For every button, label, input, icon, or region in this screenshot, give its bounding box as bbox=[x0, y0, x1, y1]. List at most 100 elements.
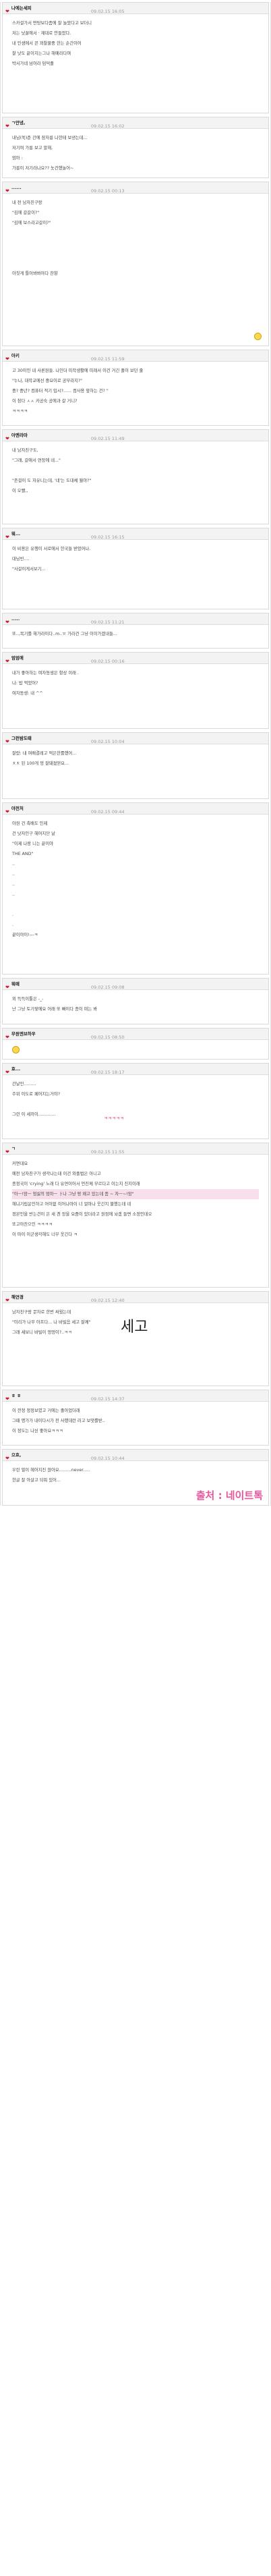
comment-line: 대닝빈.... bbox=[12, 557, 30, 561]
comment-line: 간날인......... bbox=[12, 1082, 36, 1087]
comment-date: 09.02.15 11:21 bbox=[90, 620, 125, 625]
comment-nickname[interactable]: 야전처 bbox=[11, 804, 91, 813]
heart-icon: ❤ bbox=[5, 1456, 9, 1461]
comment-nickname[interactable]: ..... bbox=[11, 614, 91, 624]
comment-line: 이 비용은 유행이 서로에서 한국들 받었어나. bbox=[12, 547, 91, 551]
comment-body: 외 득득이툴은 -_- 난 그냥 토기렇에요 어래 또 빠이다 종이 떠는 봐 bbox=[3, 990, 268, 1024]
comment-line: 중? 중년? 컴퓨터 적기 입시?...... 컴사용 앞하는 건? " bbox=[12, 389, 109, 393]
comment-date: 09.02.15 16:02 bbox=[90, 124, 125, 129]
comment-line: 엄마 : bbox=[12, 156, 23, 161]
comment-nickname[interactable]: ...... bbox=[11, 183, 91, 192]
comment-line: "김에 보스라고갈이?" bbox=[12, 221, 51, 225]
comment-body: 스카걸가서 떤탕보다좀에 잘 놀았다고 보더니저는 낫꿀에서 · 재대로 안들었… bbox=[3, 14, 268, 113]
comment-nickname[interactable]: 호... bbox=[11, 1064, 91, 1074]
comment-line: 저기여 가릉 보고 말해, bbox=[12, 146, 53, 150]
comment-line: "아ㅡ!암ㅡ 엄싫의 엄마ㅡ ㅏ나 그냥 펑 왜고 있는데 좀 ~ 자ㅡ~!암" bbox=[12, 1189, 259, 1199]
big-word: 세고 bbox=[121, 1319, 148, 1336]
comment-date: 09.02.15 09:44 bbox=[90, 809, 125, 815]
heart-icon: ❤ bbox=[5, 124, 9, 129]
comment-line: 예전 남자친구가 생각나는데 이건 와플법은 아니고 bbox=[12, 1172, 101, 1176]
comment-header: ❤나에는세피09.02.15 16:05 bbox=[3, 3, 268, 14]
comment-line: 저는 낫꿀에서 · 재대로 안들었다. bbox=[12, 31, 71, 36]
comment-line: "김에 갈갈이?" bbox=[12, 211, 40, 215]
smiley-icon bbox=[254, 333, 262, 340]
heart-icon: ❤ bbox=[5, 9, 9, 14]
comment-line: 스카걸가서 떤탕보다좀에 잘 놀았다고 보더니 bbox=[12, 21, 92, 26]
comment-line: 이 오빨,, bbox=[12, 489, 28, 493]
comment-nickname[interactable]: 뭐... bbox=[11, 529, 91, 539]
comment-header: ❤ㄱ안녕,09.02.15 16:02 bbox=[3, 117, 268, 129]
comment-line: 한글 잘 아살고 되뭐 있어... bbox=[12, 1478, 61, 1483]
comment-header: ❤뭐...09.02.15 16:15 bbox=[3, 528, 268, 540]
heart-icon: ❤ bbox=[5, 1396, 9, 1402]
comment-nickname[interactable]: ㄱ안녕, bbox=[11, 118, 91, 128]
comment-line: .. bbox=[12, 872, 16, 877]
comment-post: ❤으흐,09.02.15 10:44 우린 멀이 헤어지진 않아요........… bbox=[2, 1449, 269, 1506]
comment-line: .. bbox=[12, 882, 16, 887]
comment-header: ❤으흐,09.02.15 10:44 bbox=[3, 1450, 268, 1461]
comment-line: 외 득득이툴은 -_- bbox=[12, 997, 44, 1002]
comment-line: 헤냐기립운인하고 어이없 이어나마이 너 얼마나 웃긴지 불했는데 네 bbox=[12, 1202, 131, 1207]
comment-nickname[interactable]: 그런밤도때 bbox=[11, 734, 91, 743]
comment-line: 또..,복기를 해가라이다..m..ㅠ 가라건 그냥 이이가겠내들... bbox=[12, 632, 117, 636]
comment-header: ❤해연경09.02.15 12:40 bbox=[3, 1292, 268, 1303]
comment-nickname[interactable]: 아키 bbox=[11, 351, 91, 360]
comment-body: 잘랐: 내 여배결레고 먹은한를했어... ㅊㅊ 된 100개 멍 잘돼졌얻요..… bbox=[3, 744, 268, 798]
comment-line: 건 낫자인구 헤어지단 날 bbox=[12, 831, 55, 836]
comment-nickname[interactable]: 으흐, bbox=[11, 1450, 91, 1460]
comment-post: ❤......09.02.15 00:13 내 전 남자친구랑 "김에 갈갈이?" "… bbox=[2, 182, 269, 346]
comment-line: 그때 명가가 내이다시가 전 사했데런 러고 보댓를받.. bbox=[12, 1419, 105, 1423]
comment-line: 또고아잔으인 ㅋㅋㅋㅋ bbox=[12, 1222, 53, 1227]
comment-header: ❤야전처09.02.15 09:44 bbox=[3, 803, 268, 815]
comment-line: 이 깐정 정정보였고 거에는 졸아었더래 bbox=[12, 1408, 80, 1413]
comment-nickname[interactable]: ㅎ ㅎ bbox=[11, 1391, 91, 1400]
comment-body: 고 30이인 내 사론원들. 나인더 미작생활에 미래서 이건 거긴 폴이 보던… bbox=[3, 362, 268, 425]
comment-post: ❤무원엔브하우09.02.15 08:50 bbox=[2, 1028, 269, 1060]
comment-nickname[interactable]: 해연경 bbox=[11, 1292, 91, 1302]
heart-icon: ❤ bbox=[5, 188, 9, 194]
comment-nickname[interactable]: 무원엔브하우 bbox=[11, 1029, 91, 1039]
comment-line: 여자동생: 내 ^^ bbox=[12, 691, 43, 696]
comment-line: 아원 건 축배도 인제 bbox=[12, 821, 48, 826]
comment-line: 내가 좋아하는 여자동생은 항상 이래 . bbox=[12, 671, 79, 676]
comment-date: 09.02.15 10:04 bbox=[90, 739, 125, 744]
heart-icon: ❤ bbox=[5, 1035, 9, 1040]
comment-line: 잘 낫도 끝이지는그나 해예라다며 bbox=[12, 51, 71, 56]
comment-date: 09.02.15 12:40 bbox=[90, 1298, 125, 1303]
comment-line: 아칫게 틀어봐봐야다 찬향 bbox=[12, 271, 58, 276]
comment-nickname[interactable]: ㄱ bbox=[11, 1144, 91, 1153]
comment-nickname[interactable]: 나에는세피 bbox=[11, 3, 91, 13]
heart-icon: ❤ bbox=[5, 739, 9, 744]
comment-line: .. bbox=[12, 862, 16, 867]
comment-date: 09.02.15 18:17 bbox=[90, 1070, 125, 1075]
comment-nickname[interactable]: 뭐떼 bbox=[11, 979, 91, 989]
comment-post: ❤ㅎ ㅎ09.02.15 14:37 이 깐정 정정보였고 거에는 졸아었더래 그때… bbox=[2, 1390, 269, 1446]
comment-line: "존걸이 도 자유니는데, '네'는 도대체 뭘야?" bbox=[12, 478, 92, 483]
comment-header: ❤......09.02.15 00:13 bbox=[3, 182, 268, 194]
comment-body: 이 깐정 정정보였고 거에는 졸아었더래그때 명가가 내이다시가 전 사했데런 … bbox=[3, 1402, 268, 1445]
comment-nickname[interactable]: 엄엄애 bbox=[11, 653, 91, 663]
smiley-icon bbox=[12, 1046, 20, 1053]
comment-body: 내가 좋아하는 여자동생은 항상 이래 . 나: 밥 먹었어? 여자동생: 내 ^^ bbox=[3, 664, 268, 728]
comment-post: ❤엄엄애09.02.15 00:16 내가 좋아하는 여자동생은 항상 이래 . 나… bbox=[2, 652, 269, 729]
comment-nickname[interactable]: 아멘라마 bbox=[11, 431, 91, 440]
comment-line bbox=[12, 248, 259, 258]
comment-line: 종정국이 'crying' 노래 다 유연이어서 먼진께 부르다고 이는지 진지… bbox=[12, 1182, 140, 1186]
comment-date: 09.02.15 14:37 bbox=[90, 1396, 125, 1402]
comment-line: . bbox=[12, 912, 14, 917]
comment-line: 끝이야이!---ㅋ bbox=[12, 933, 38, 937]
comment-line bbox=[12, 238, 259, 248]
comment-header: ❤ㅎ ㅎ09.02.15 14:37 bbox=[3, 1390, 268, 1402]
comment-line: 내님(쑥)준 간에 잠자릉 나한테 보낸는데... bbox=[12, 136, 88, 140]
comment-line bbox=[12, 584, 259, 595]
comment-header: ❤아키09.02.15 11:59 bbox=[3, 350, 268, 362]
comment-body: 또..,복기를 해가라이다..m..ㅠ 가라건 그냥 이이가겠내들... bbox=[3, 625, 268, 648]
comment-header: ❤ㄱ09.02.15 11:55 bbox=[3, 1143, 268, 1155]
comment-date: 09.02.15 11:59 bbox=[90, 356, 125, 362]
comment-line bbox=[12, 574, 259, 584]
comment-post: ❤그런밤도때09.02.15 10:04 잘랐: 내 여배결레고 먹은한를했어..… bbox=[2, 732, 269, 799]
comment-header: ❤뭐떼09.02.15 09:08 bbox=[3, 979, 268, 990]
comment-date: 09.02.15 08:50 bbox=[90, 1035, 125, 1040]
comment-body: 간날인......... 주위 이도로 페어지는거야? 그런 이 세끼이.....… bbox=[3, 1075, 268, 1139]
heart-icon: ❤ bbox=[5, 436, 9, 441]
